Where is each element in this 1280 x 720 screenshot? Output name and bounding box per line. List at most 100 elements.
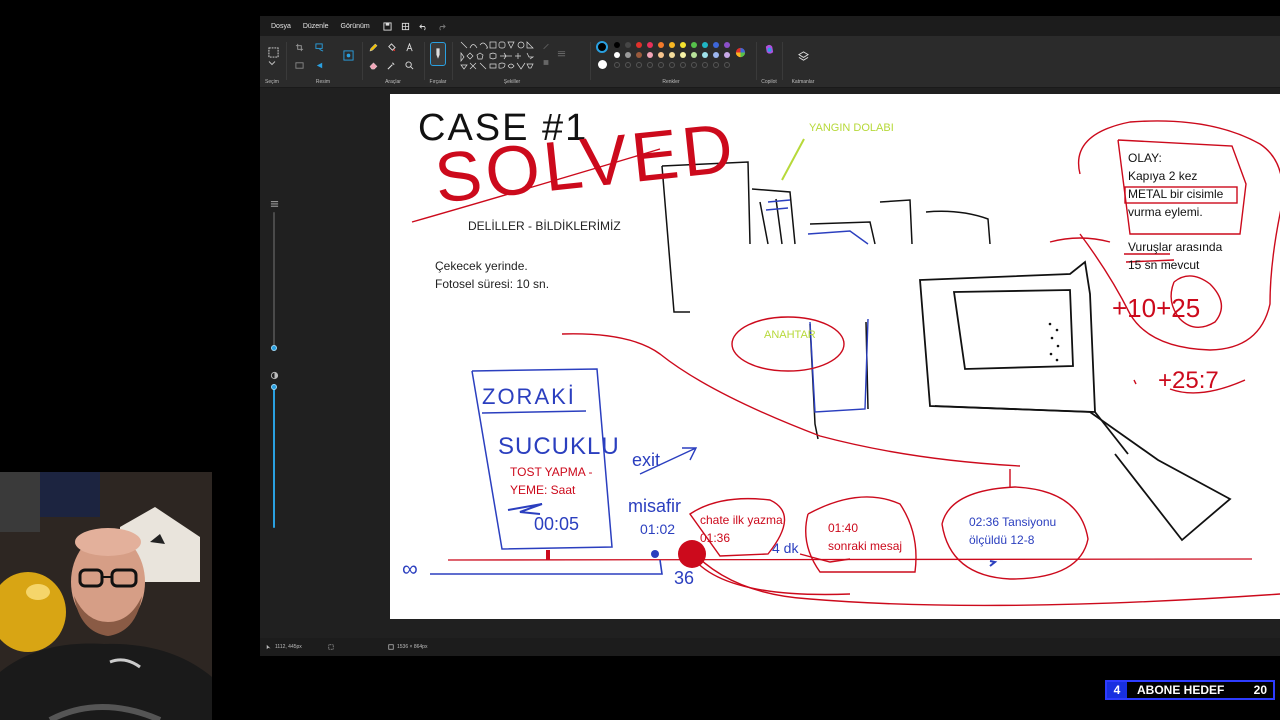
brush-icon[interactable] (430, 42, 446, 66)
custom-color-slot[interactable] (658, 62, 664, 68)
drawing-canvas[interactable]: CASE #1 SOLVED DELİLLER - BİLDİKLERİMİZ … (390, 94, 1280, 619)
opacity-thumb[interactable] (271, 384, 277, 390)
secondary-color-swatch[interactable] (598, 60, 607, 69)
save-icon[interactable] (382, 20, 394, 32)
fill-style-icon[interactable] (542, 58, 550, 66)
color-swatch[interactable] (702, 42, 708, 48)
shapes-group: Şekiller (456, 36, 568, 88)
menu-edit[interactable]: Düzenle (297, 23, 335, 30)
primary-color-swatch[interactable] (596, 41, 608, 53)
canvas-size-value: 1536 × 864px (397, 644, 428, 650)
color-swatch[interactable] (680, 52, 686, 58)
color-swatch[interactable] (713, 42, 719, 48)
divider (782, 42, 783, 80)
eraser-icon[interactable] (368, 60, 378, 70)
color-swatch[interactable] (625, 52, 631, 58)
timeline-marker-blue (651, 550, 659, 558)
custom-color-slot[interactable] (669, 62, 675, 68)
chevron-down-icon[interactable] (268, 60, 276, 66)
color-swatch[interactable] (647, 52, 653, 58)
selection-icon[interactable] (267, 46, 279, 58)
color-swatch[interactable] (669, 52, 675, 58)
building-sketch (661, 161, 991, 440)
zoom-icon[interactable] (404, 60, 414, 70)
redo-icon[interactable] (436, 20, 448, 32)
brushes-group: Fırçalar (426, 36, 450, 88)
image-generator-icon[interactable] (294, 60, 304, 70)
copilot-icon[interactable] (763, 43, 775, 55)
outline-icon[interactable] (542, 42, 550, 50)
color-swatch[interactable] (724, 52, 730, 58)
next-message-time: 01:40 (828, 521, 859, 535)
hits-line-2: 15 sn mevcut (1128, 258, 1200, 272)
color-picker-icon[interactable] (386, 60, 396, 70)
olay-line-1: Kapıya 2 kez (1128, 169, 1198, 183)
color-swatch[interactable] (614, 42, 620, 48)
crop-icon[interactable] (294, 42, 304, 52)
color-swatch[interactable] (614, 52, 620, 58)
cursor-icon (266, 644, 271, 650)
custom-color-slot[interactable] (614, 62, 620, 68)
opacity-slider[interactable] (273, 384, 275, 528)
custom-color-slot[interactable] (647, 62, 653, 68)
custom-color-slot[interactable] (680, 62, 686, 68)
tost-line-2: YEME: Saat (510, 483, 576, 497)
chat-first-label: chate ilk yazma (700, 513, 783, 527)
brush-settings-panel (260, 88, 390, 638)
tools-label: Araçlar (385, 79, 401, 85)
color-swatch[interactable] (636, 52, 642, 58)
infinity-note: ∞ (402, 556, 418, 581)
colors-group: Renkler (594, 36, 748, 88)
status-bar: 1112, 445px 1536 × 864px (260, 638, 1280, 656)
edit-colors-icon[interactable] (734, 46, 746, 58)
chat-first-time: 01:36 (700, 531, 731, 545)
pencil-icon[interactable] (368, 42, 378, 52)
share-icon[interactable] (400, 20, 412, 32)
color-swatch[interactable] (658, 52, 664, 58)
color-swatch[interactable] (680, 42, 686, 48)
fact-handle: Çekecek yerinde. (435, 259, 528, 273)
gap-note: 4 dk (772, 540, 799, 556)
color-swatch[interactable] (625, 42, 631, 48)
selection-label: Seçim (265, 79, 279, 85)
color-swatch[interactable] (669, 42, 675, 48)
selection-size-icon (328, 644, 334, 650)
color-swatch[interactable] (636, 42, 642, 48)
brush-size-thumb[interactable] (271, 345, 277, 351)
menu-file[interactable]: Dosya (265, 23, 297, 30)
shapes-gallery-icon[interactable] (460, 41, 540, 71)
stroke-size-icon[interactable] (556, 48, 566, 58)
undo-icon[interactable] (418, 20, 430, 32)
timeline-blue (430, 559, 663, 575)
menu-view[interactable]: Görünüm (335, 23, 376, 30)
text-icon[interactable] (404, 42, 414, 52)
divider (756, 42, 757, 80)
color-swatch[interactable] (658, 42, 664, 48)
key-label: ANAHTAR (764, 329, 816, 341)
color-swatch[interactable] (724, 42, 730, 48)
copilot-label: Copilot (761, 79, 777, 85)
color-swatch[interactable] (691, 52, 697, 58)
custom-color-slot[interactable] (702, 62, 708, 68)
brush-size-slider[interactable] (273, 212, 275, 348)
remove-background-icon[interactable] (342, 49, 354, 61)
custom-color-slot[interactable] (724, 62, 730, 68)
layers-icon[interactable] (797, 50, 809, 62)
paint-window: Dosya Düzenle Görünüm Seçim Resim Araçla… (260, 16, 1280, 656)
custom-color-slot[interactable] (625, 62, 631, 68)
rotate-icon[interactable] (314, 60, 324, 70)
custom-color-slot[interactable] (691, 62, 697, 68)
subscriber-goal-widget: 4 ABONE HEDEF 20 (1105, 680, 1275, 700)
webcam-overlay (0, 472, 212, 720)
brush-size-icon (269, 198, 279, 208)
resize-icon[interactable] (314, 42, 324, 52)
color-swatch[interactable] (647, 42, 653, 48)
custom-color-slot[interactable] (636, 62, 642, 68)
color-swatch[interactable] (702, 52, 708, 58)
fill-icon[interactable] (386, 42, 396, 52)
color-swatch[interactable] (691, 42, 697, 48)
blood-pressure-line-2: ölçüldü 12-8 (969, 533, 1035, 547)
color-swatch[interactable] (713, 52, 719, 58)
custom-color-slot[interactable] (713, 62, 719, 68)
opacity-icon (269, 370, 279, 380)
